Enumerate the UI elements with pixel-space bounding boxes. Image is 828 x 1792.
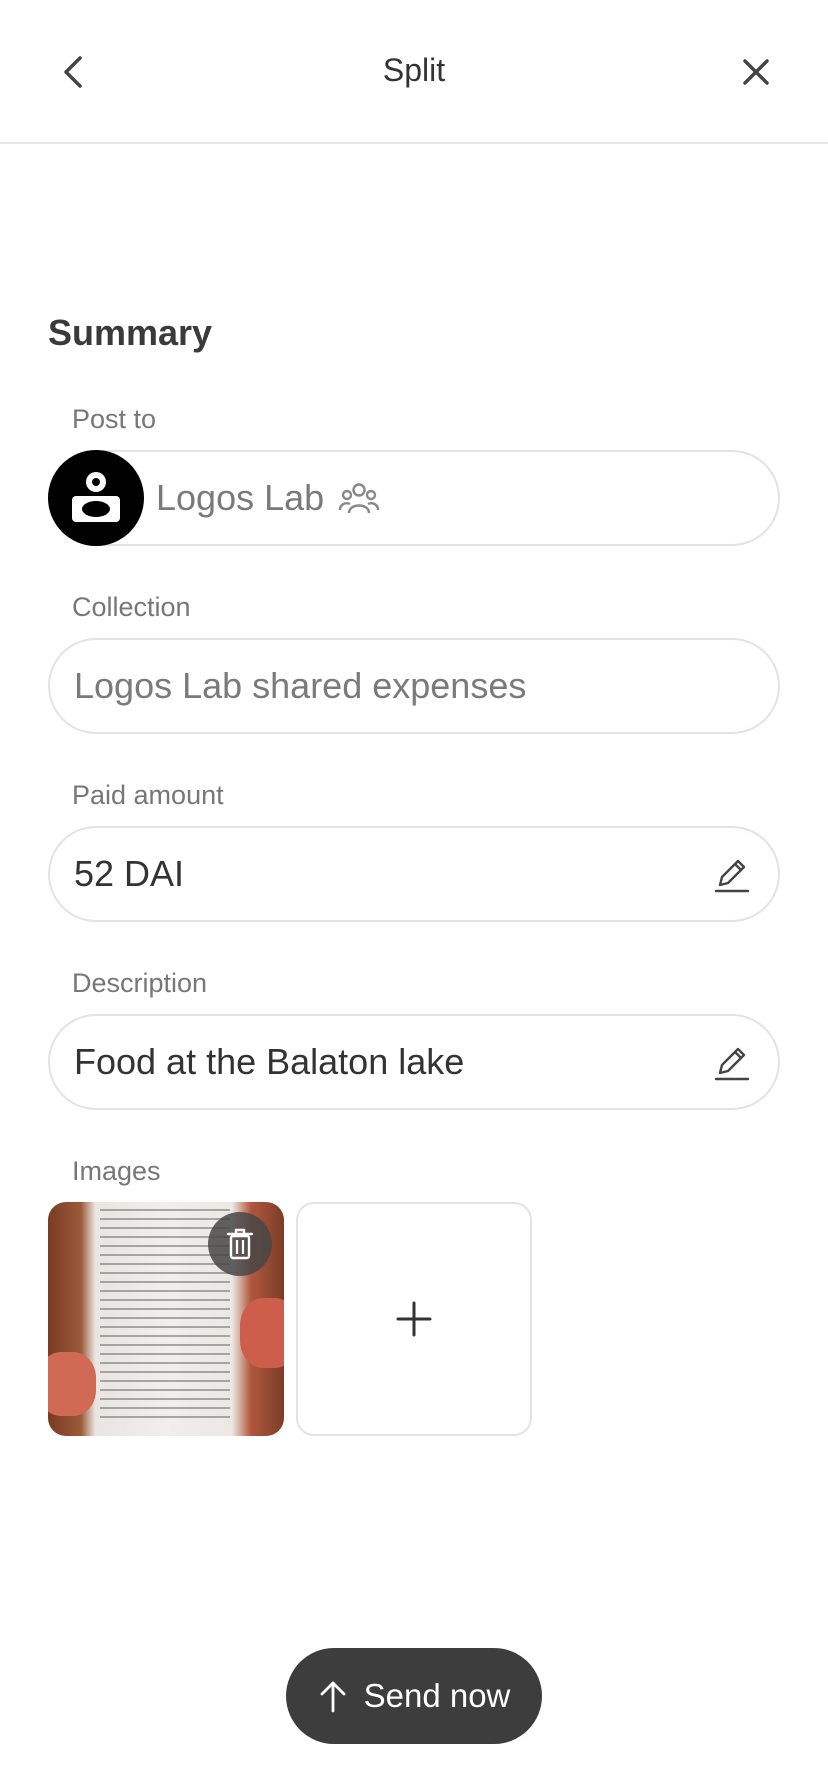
pencil-icon[interactable] (712, 855, 752, 895)
summary-heading: Summary (48, 312, 213, 353)
description-field[interactable]: Food at the Balaton lake (48, 1014, 780, 1110)
avatar (48, 450, 144, 546)
collection-field[interactable]: Logos Lab shared expenses (48, 638, 780, 734)
post-to-label: Post to (72, 404, 157, 434)
close-icon (743, 59, 769, 85)
description-label: Description (72, 968, 208, 998)
logos-lab-logo (72, 472, 120, 522)
page-title: Split (382, 52, 446, 88)
collection-value: Logos Lab shared expenses (74, 665, 527, 706)
delete-image-button[interactable] (208, 1212, 272, 1276)
send-now-button[interactable]: Send now (286, 1648, 542, 1744)
pencil-icon[interactable] (712, 1043, 752, 1083)
post-to-name: Logos Lab (156, 477, 325, 518)
finger-shape (48, 1352, 96, 1416)
paid-amount-field[interactable]: 52 DAI (48, 826, 780, 922)
top-bar: Split (0, 0, 828, 144)
arrow-up-icon (320, 1681, 346, 1713)
post-to-value: Logos Lab (156, 450, 380, 546)
group-icon (338, 483, 380, 514)
add-image-button[interactable] (296, 1202, 532, 1436)
images-label: Images (72, 1156, 161, 1186)
close-button[interactable] (732, 48, 780, 96)
trash-icon (226, 1228, 254, 1260)
collection-label: Collection (72, 592, 191, 622)
finger-shape (240, 1298, 284, 1368)
paid-amount-label: Paid amount (72, 780, 224, 810)
paid-amount-value: 52 DAI (74, 853, 185, 894)
description-value: Food at the Balaton lake (74, 1041, 465, 1082)
plus-icon (396, 1301, 432, 1337)
receipt-image[interactable] (48, 1202, 284, 1436)
send-now-label: Send now (363, 1677, 511, 1714)
